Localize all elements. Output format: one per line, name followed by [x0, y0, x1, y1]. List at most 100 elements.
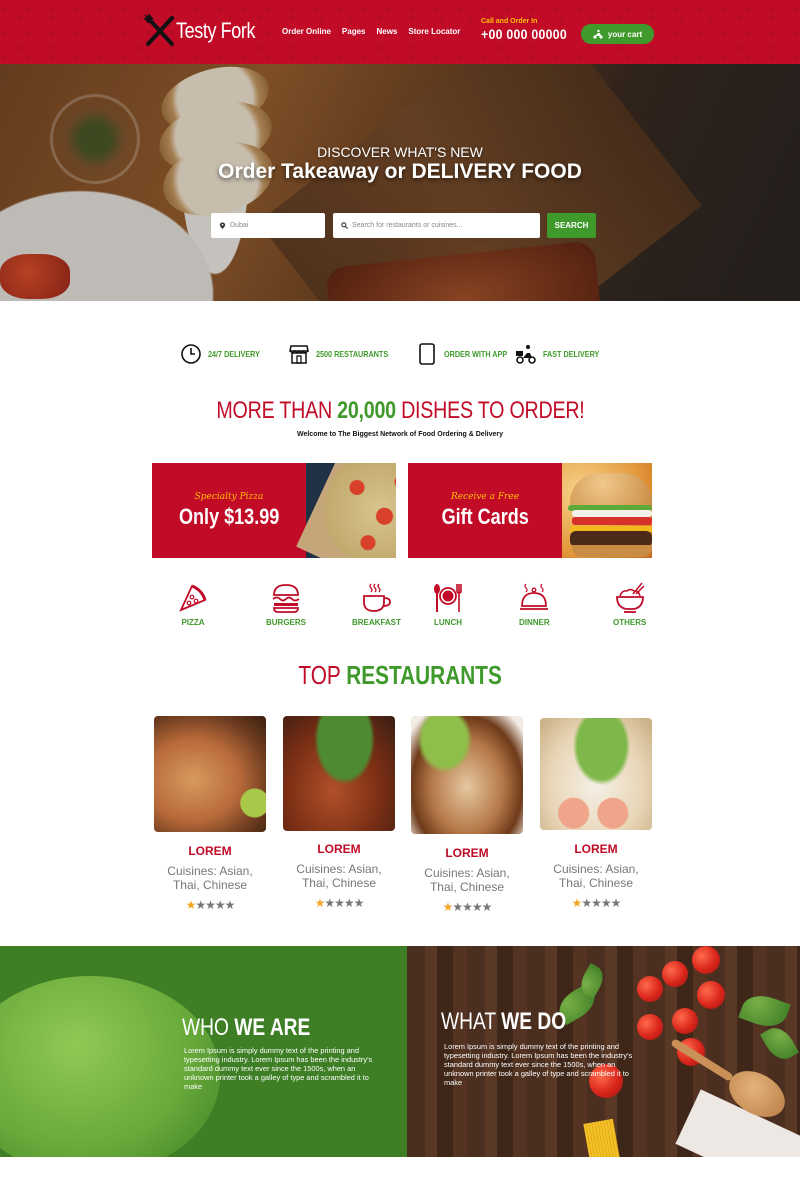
star-filled-icon: ★ — [442, 900, 454, 914]
promo-script: Specialty Pizza — [194, 491, 264, 502]
category-breakfast[interactable]: BREAKFAST — [352, 582, 401, 627]
tablet-icon — [419, 343, 435, 365]
restaurant-image — [411, 716, 523, 834]
dishes-headline: MORE THAN 20,000 DISHES TO ORDER! — [215, 397, 585, 424]
nav-news[interactable]: News — [376, 27, 397, 36]
cloche-icon — [520, 583, 549, 610]
star-rating: ★★★★★ — [154, 898, 266, 912]
delivery-scooter-icon — [593, 29, 603, 39]
star-empty-icon: ★ — [334, 896, 345, 910]
tomato — [637, 976, 663, 1002]
promo-price: Only $13.99 — [178, 503, 280, 529]
restaurant-image — [283, 716, 395, 831]
what-we-do-text: Lorem Ipsum is simply dummy text of the … — [444, 1042, 633, 1087]
feature-item: 2500 RESTAURANTS — [288, 343, 401, 365]
promo-script: Receive a Free — [450, 491, 520, 502]
basil-leaf — [738, 989, 791, 1033]
main-nav: Order Online Pages News Store Locator — [282, 27, 460, 36]
coffee-cup-icon — [363, 583, 392, 612]
star-empty-icon: ★ — [481, 900, 493, 914]
restaurant-cuisine: Cuisines: Asian, Thai, Chinese — [553, 862, 639, 890]
pizza-icon — [179, 584, 207, 612]
search-icon — [341, 222, 348, 229]
what-we-do-title: WHAT WE DO — [441, 1008, 567, 1035]
features-bar: 24/7 DELIVERY 2500 RESTAURANTS ORDER WIT… — [0, 343, 800, 371]
spaghetti — [583, 1118, 621, 1157]
who-we-are-title: WHO WE ARE — [182, 1014, 311, 1041]
burger-image — [562, 463, 652, 558]
restaurant-cuisine: Cuisines: Asian, Thai, Chinese — [167, 864, 253, 892]
promo-title: Gift Cards — [441, 503, 529, 529]
site-header: Testy Fork Order Online Pages News Store… — [0, 0, 800, 64]
restaurant-card[interactable]: LOREM Cuisines: Asian, Thai, Chinese ★★★★… — [411, 716, 523, 914]
basil-leaf — [759, 1022, 800, 1065]
star-empty-icon: ★ — [610, 896, 622, 910]
category-dinner[interactable]: DINNER — [519, 582, 550, 627]
star-empty-icon: ★ — [452, 900, 463, 914]
nav-store-locator[interactable]: Store Locator — [408, 27, 460, 36]
tomato — [692, 946, 720, 974]
star-empty-icon: ★ — [353, 896, 365, 910]
rice-bowl-icon — [615, 582, 645, 613]
tomato — [697, 981, 725, 1009]
restaurant-image — [540, 718, 652, 830]
star-empty-icon: ★ — [205, 898, 216, 912]
dishes-count: 20,000 — [336, 397, 396, 424]
promo-pizza[interactable]: Specialty Pizza Only $13.99 — [152, 463, 396, 558]
phone-number[interactable]: +00 000 00000 — [481, 26, 567, 42]
star-empty-icon: ★ — [224, 898, 236, 912]
pizza-image — [296, 463, 396, 558]
hero-subtitle: DISCOVER WHAT'S NEW — [317, 144, 483, 160]
restaurant-name: LOREM — [317, 842, 361, 856]
call-label: Call and Order In — [481, 18, 538, 25]
search-button[interactable]: SEARCH — [547, 213, 596, 238]
restaurant-image — [154, 716, 266, 832]
feature-item: FAST DELIVERY — [515, 343, 609, 365]
nav-pages[interactable]: Pages — [342, 27, 366, 36]
nav-order-online[interactable]: Order Online — [282, 27, 331, 36]
star-empty-icon: ★ — [195, 898, 206, 912]
feature-item: ORDER WITH APP — [416, 343, 518, 365]
star-empty-icon: ★ — [581, 896, 592, 910]
star-filled-icon: ★ — [314, 896, 326, 910]
category-list: PIZZA BURGERS BREAKFAST LUNCH DINNER OTH… — [0, 582, 800, 634]
category-lunch[interactable]: LUNCH — [433, 582, 463, 627]
welcome-text: Welcome to The Biggest Network of Food O… — [296, 431, 503, 438]
category-others[interactable]: OTHERS — [613, 582, 646, 627]
star-filled-icon: ★ — [571, 896, 583, 910]
fork-knife-logo-icon — [144, 14, 174, 46]
category-burgers[interactable]: BURGERS — [266, 582, 306, 627]
restaurant-cuisine: Cuisines: Asian, Thai, Chinese — [424, 866, 510, 894]
top-restaurants-title: TOP RESTAURANTS — [298, 660, 502, 690]
map-pin-icon — [219, 222, 226, 229]
who-we-are-section: WHO WE ARE Lorem Ipsum is simply dummy t… — [0, 946, 407, 1157]
star-empty-icon: ★ — [471, 900, 483, 914]
feature-item: 24/7 DELIVERY — [180, 343, 269, 365]
star-rating: ★★★★★ — [283, 896, 395, 910]
star-empty-icon: ★ — [591, 896, 602, 910]
star-rating: ★★★★★ — [411, 900, 523, 914]
delivery-scooter-icon — [516, 345, 536, 364]
location-value: Dubai — [230, 222, 249, 229]
cart-label: your cart — [607, 29, 643, 39]
restaurant-name: LOREM — [574, 842, 618, 856]
logo[interactable]: Testy Fork — [144, 14, 272, 48]
search-input[interactable]: Search for restaurants or cuisines... — [333, 213, 540, 238]
cart-button[interactable]: your cart — [581, 24, 654, 44]
hero-banner: DISCOVER WHAT'S NEW Order Takeaway or DE… — [0, 64, 800, 301]
star-empty-icon: ★ — [462, 900, 473, 914]
tomato — [672, 1008, 698, 1034]
restaurant-card[interactable]: LOREM Cuisines: Asian, Thai, Chinese ★★★★… — [283, 716, 395, 910]
star-rating: ★★★★★ — [540, 896, 652, 910]
restaurant-name: LOREM — [445, 846, 489, 860]
promo-gift-cards[interactable]: Receive a Free Gift Cards — [408, 463, 652, 558]
brand-name: Testy Fork — [176, 18, 256, 43]
location-input[interactable]: Dubai — [211, 213, 325, 238]
restaurant-card[interactable]: LOREM Cuisines: Asian, Thai, Chinese ★★★★… — [154, 716, 266, 912]
what-we-do-section: WHAT WE DO Lorem Ipsum is simply dummy t… — [407, 946, 800, 1157]
restaurant-card[interactable]: LOREM Cuisines: Asian, Thai, Chinese ★★★★… — [540, 718, 652, 910]
category-pizza[interactable]: PIZZA — [178, 582, 208, 627]
restaurant-cuisine: Cuisines: Asian, Thai, Chinese — [296, 862, 382, 890]
tomato — [637, 1014, 663, 1040]
tomato — [662, 961, 688, 987]
